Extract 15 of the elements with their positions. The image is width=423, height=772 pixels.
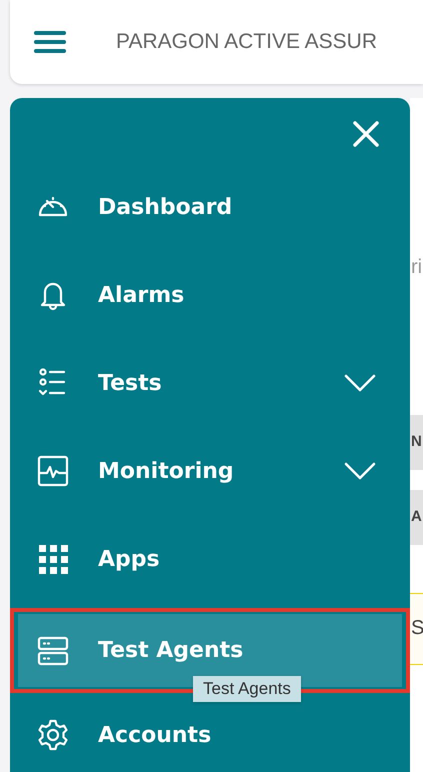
menu-item[interactable]: Tests	[10, 339, 410, 427]
cut-off-text: N	[411, 433, 422, 450]
tooltip: Test Agents	[193, 676, 301, 702]
menu-icon[interactable]	[33, 29, 67, 55]
menu-item[interactable]: Alarms	[10, 251, 410, 339]
pulse-monitor-icon	[35, 453, 71, 489]
chevron-down-icon[interactable]	[344, 462, 376, 480]
chevron-down-icon[interactable]	[344, 374, 376, 392]
cut-off-text: A	[411, 508, 422, 525]
close-icon[interactable]	[352, 120, 380, 148]
app-title: PARAGON ACTIVE ASSUR	[116, 30, 378, 54]
cut-off-text: ri	[411, 256, 422, 278]
menu-item[interactable]: Apps	[10, 515, 410, 603]
menu-item[interactable]: Dashboard	[10, 163, 410, 251]
menu-item[interactable]: Monitoring	[10, 427, 410, 515]
